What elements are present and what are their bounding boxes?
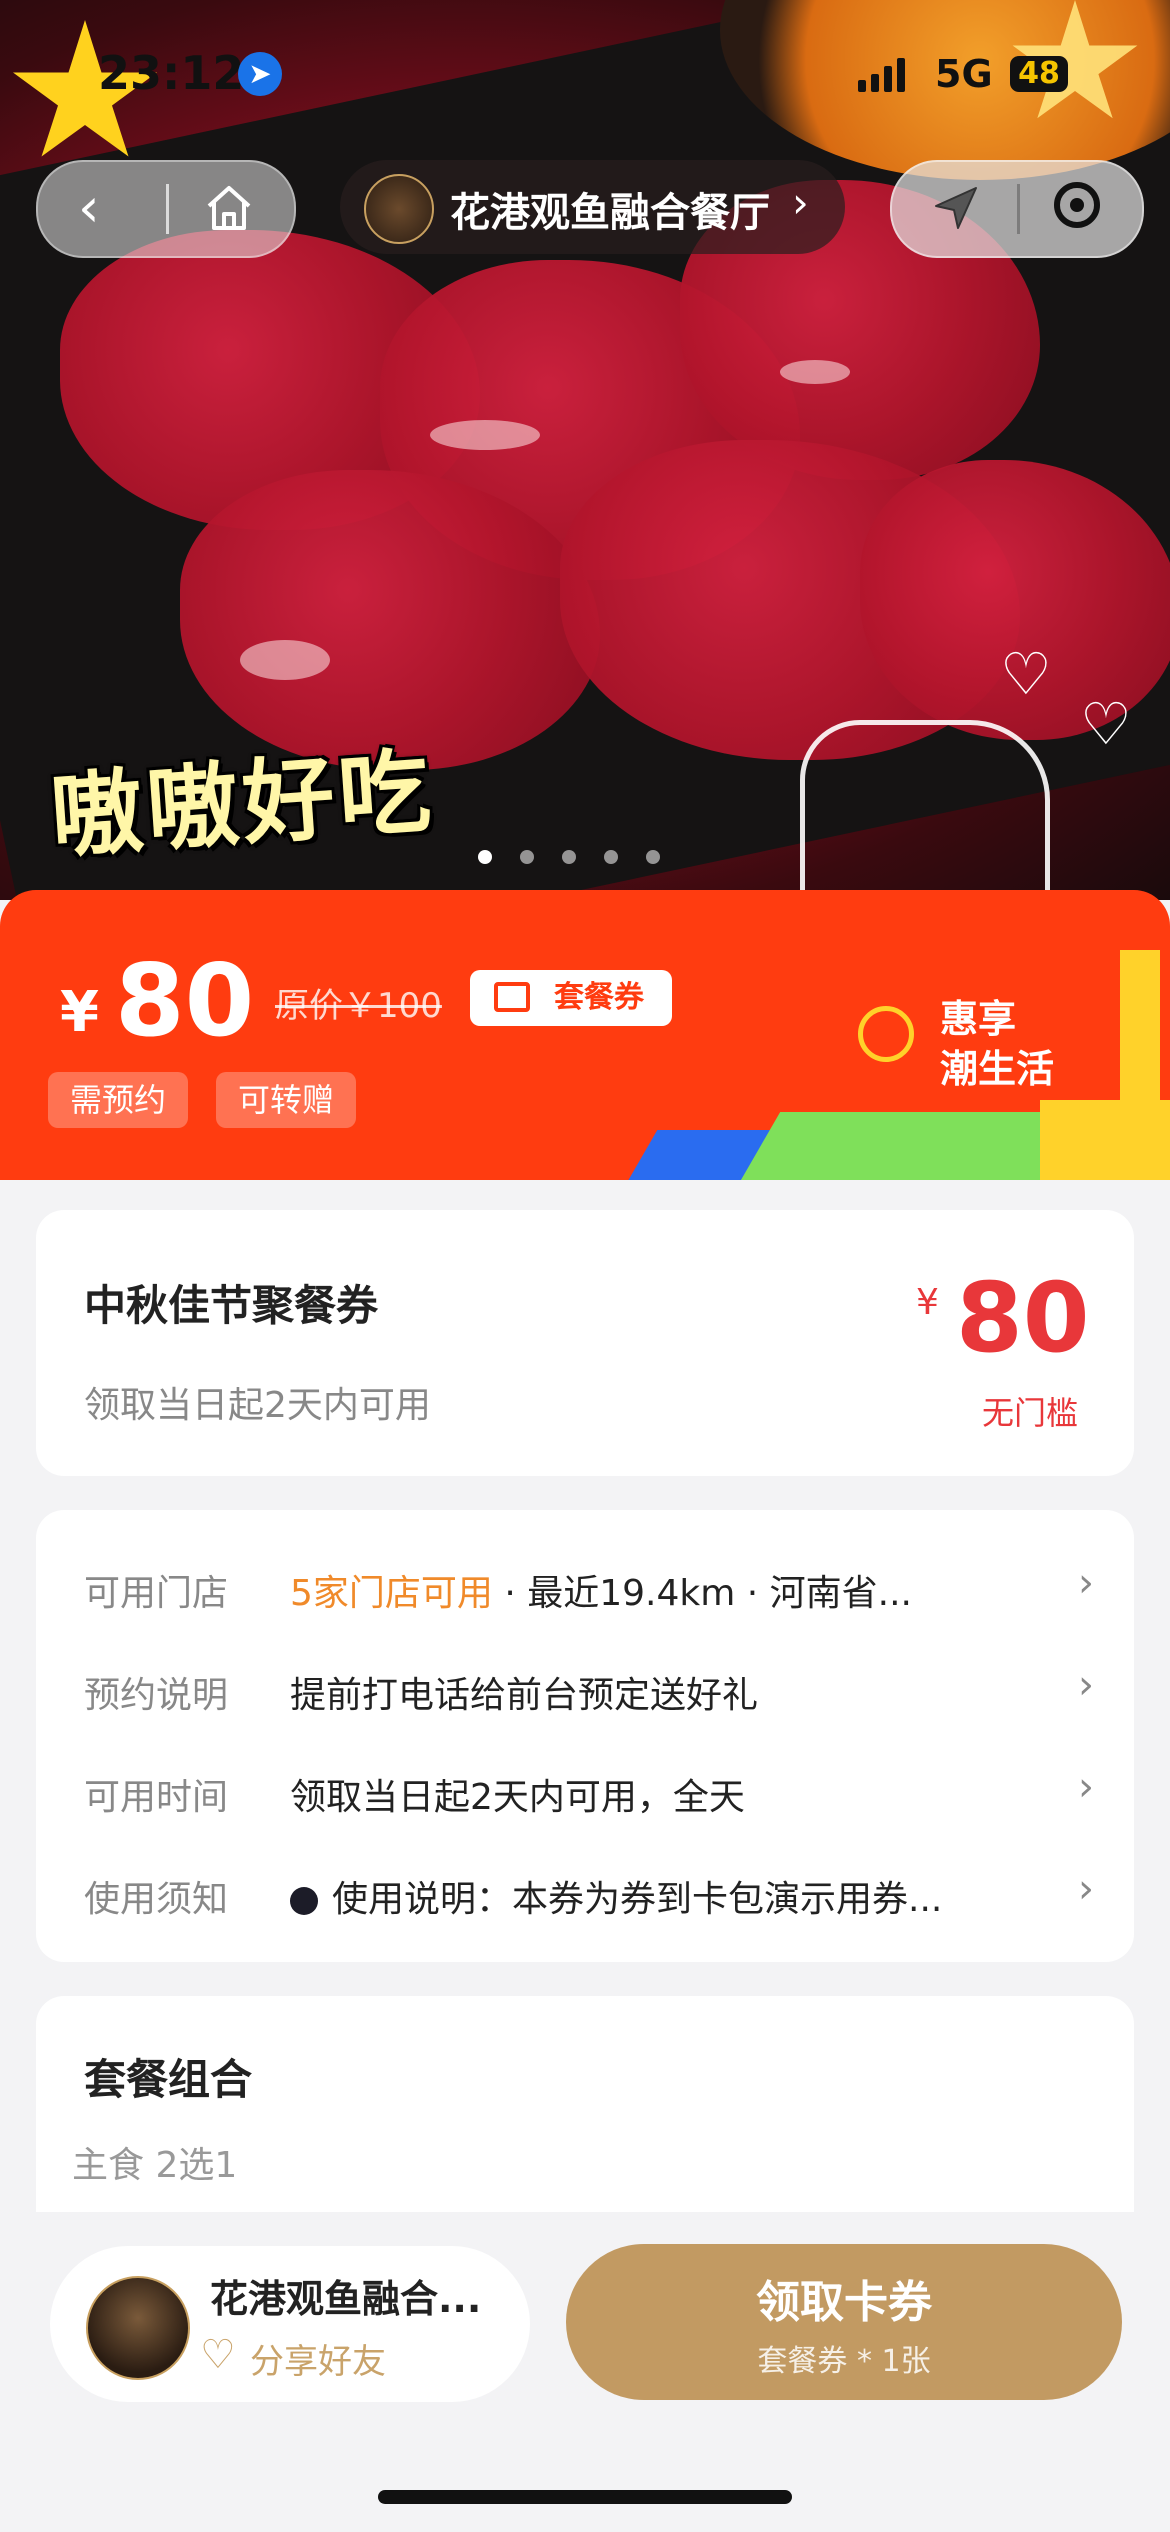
shop-avatar — [86, 2276, 190, 2380]
target-icon[interactable] — [1054, 182, 1100, 228]
claim-coupon-label: 领取卡券 — [756, 2277, 932, 2328]
shop-card[interactable]: 花港观鱼融合... ♡ 分享好友 — [50, 2246, 530, 2402]
transferable-chip: 可转赠 — [216, 1072, 357, 1128]
decor-stripe — [1120, 950, 1160, 1180]
package-option: 主食 2选1 — [72, 2145, 238, 2186]
bullet-icon — [290, 1887, 318, 1915]
nav-capsule-left: ‹ — [36, 160, 296, 258]
home-indicator[interactable] — [378, 2490, 792, 2504]
detail-row-time[interactable]: 可用时间 领取当日起2天内可用，全天 › — [84, 1756, 1094, 1826]
detail-label: 预约说明 — [84, 1675, 229, 1716]
coupon-threshold: 无门槛 — [982, 1394, 1079, 1432]
detail-value: 领取当日起2天内可用，全天 — [290, 1777, 745, 1818]
store-distance: · 最近19.4km · 河南省... — [492, 1573, 912, 1614]
status-bar: 23:12 ➤ 5G 48 — [0, 0, 1170, 150]
gift-icon — [494, 982, 530, 1012]
carousel-dot[interactable] — [520, 850, 534, 864]
detail-row-stores[interactable]: 可用门店 5家门店可用 · 最近19.4km · 河南省... › — [84, 1552, 1094, 1622]
sale-price: 80 — [115, 942, 255, 1059]
heart-sticker: ♡ — [1080, 690, 1132, 758]
detail-label: 可用时间 — [84, 1777, 229, 1818]
signal-icon — [858, 58, 905, 92]
package-coupon-tag: 套餐券 — [470, 970, 672, 1026]
detail-label: 可用门店 — [84, 1573, 229, 1614]
coupon-currency: ¥ — [916, 1282, 939, 1323]
carousel-dot[interactable] — [478, 850, 492, 864]
meat-marbling — [240, 640, 330, 680]
detail-row-reservation[interactable]: 预约说明 提前打电话给前台预定送好礼 › — [84, 1654, 1094, 1724]
bottom-action-bar: 花港观鱼融合... ♡ 分享好友 领取卡券 套餐券 * 1张 — [0, 2212, 1170, 2532]
heart-sticker: ♡ — [1000, 640, 1052, 708]
sun-icon — [858, 1006, 914, 1062]
currency-symbol: ¥ — [60, 980, 99, 1045]
coupon-card: 中秋佳节聚餐券 领取当日起2天内可用 ¥ 80 无门槛 — [36, 1210, 1134, 1476]
chevron-right-icon: › — [792, 178, 809, 227]
detail-value: 提前打电话给前台预定送好礼 — [290, 1675, 759, 1716]
navigate-arrow-icon[interactable] — [930, 182, 982, 234]
slogan-line-2: 潮生活 — [940, 1047, 1055, 1091]
hero-caption: 嗷嗷好吃 — [47, 737, 438, 872]
back-icon[interactable]: ‹ — [78, 176, 100, 239]
location-arrow-icon: ➤ — [238, 52, 282, 96]
coupon-title: 中秋佳节聚餐券 — [84, 1281, 379, 1330]
coupon-validity: 领取当日起2天内可用 — [84, 1385, 431, 1426]
share-friends-button[interactable]: 分享好友 — [250, 2334, 386, 2383]
heart-icon: ♡ — [200, 2332, 236, 2378]
chevron-right-icon: › — [1078, 1866, 1094, 1912]
shop-name: 花港观鱼融合餐厅 — [450, 190, 770, 236]
divider — [166, 184, 169, 234]
carousel-dot[interactable] — [562, 850, 576, 864]
nav-capsule-right — [890, 160, 1144, 258]
package-coupon-label: 套餐券 — [554, 980, 644, 1015]
detail-value: 使用说明：本券为券到卡包演示用券... — [290, 1870, 1070, 1922]
slogan-badge: 惠享 潮生活 — [850, 988, 1110, 1108]
network-type: 5G — [935, 52, 993, 96]
coupon-amount: 80 — [956, 1262, 1090, 1374]
detail-value: 5家门店可用 · 最近19.4km · 河南省... — [290, 1564, 1070, 1616]
slogan-line-1: 惠享 — [940, 997, 1017, 1041]
carousel-dots[interactable] — [478, 850, 660, 864]
home-icon[interactable] — [204, 184, 254, 232]
status-time: 23:12 — [98, 46, 245, 100]
store-count: 5家门店可用 — [290, 1573, 493, 1614]
shop-avatar — [364, 174, 434, 244]
chevron-right-icon: › — [1078, 1560, 1094, 1606]
price-banner: ¥ 80 原价￥100 套餐券 需预约 可转赠 惠享 潮生活 — [0, 890, 1170, 1180]
shop-title-pill[interactable]: 花港观鱼融合餐厅 › — [340, 160, 845, 254]
reservation-chip: 需预约 — [48, 1072, 189, 1128]
battery-icon: 48 — [1010, 56, 1068, 92]
claim-coupon-sublabel: 套餐券 * 1张 — [757, 2344, 931, 2379]
chevron-right-icon: › — [1078, 1764, 1094, 1810]
detail-label: 使用须知 — [84, 1879, 229, 1920]
meat-marbling — [430, 420, 540, 450]
package-title: 套餐组合 — [84, 2055, 253, 2104]
chevron-right-icon: › — [1078, 1662, 1094, 1708]
thumbs-up-sticker — [800, 720, 1050, 900]
notice-text: 使用说明：本券为券到卡包演示用券... — [332, 1879, 943, 1920]
bottom-shop-name: 花港观鱼融合... — [210, 2277, 482, 2321]
claim-coupon-button[interactable]: 领取卡券 套餐券 * 1张 — [566, 2244, 1122, 2400]
original-price: 原价￥100 — [275, 986, 442, 1026]
carousel-dot[interactable] — [604, 850, 618, 864]
details-card: 可用门店 5家门店可用 · 最近19.4km · 河南省... › 预约说明 提… — [36, 1510, 1134, 1962]
carousel-dot[interactable] — [646, 850, 660, 864]
detail-row-notice[interactable]: 使用须知 使用说明：本券为券到卡包演示用券... › — [84, 1858, 1094, 1928]
meat-marbling — [780, 360, 850, 384]
divider — [1017, 184, 1020, 234]
